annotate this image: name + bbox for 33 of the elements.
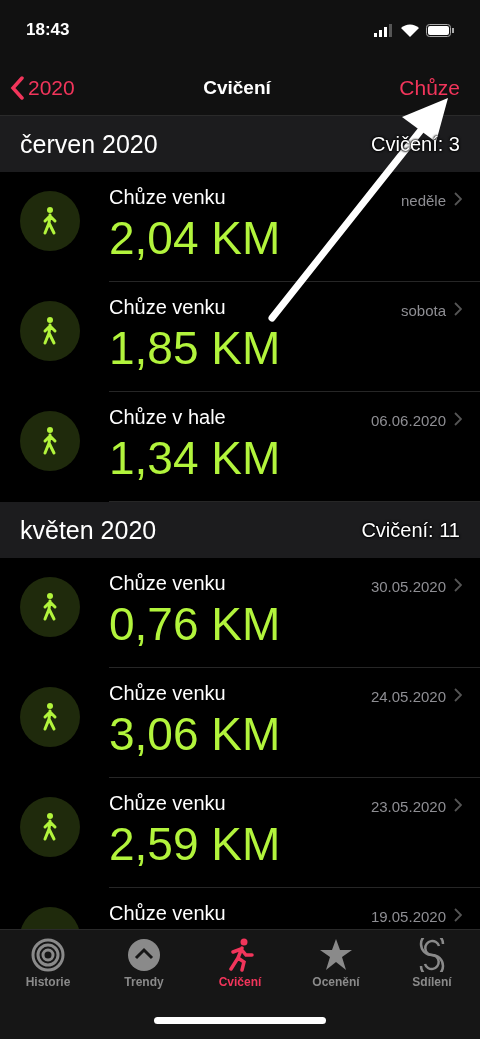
tab[interactable]: Sdílení [387,938,477,989]
workout-distance: 2,04 KM [109,211,281,265]
workout-name: Chůze venku [109,682,227,705]
workout-distance: 1,34 KM [109,431,281,485]
workout-distance: 1,85 KM [109,321,281,375]
tab[interactable]: Trendy [99,938,189,989]
status-time: 18:43 [26,20,70,40]
workout-date: 23.05.2020 [370,798,446,815]
page-title: Cvičení [203,76,271,99]
tab[interactable]: Cvičení [195,938,285,989]
workout-distance: 3,06 KM [109,707,281,761]
back-link[interactable]: 2020 [10,75,75,100]
workout-date: neděle [400,192,446,209]
back-label[interactable]: 2020 [28,75,75,100]
month-title: květen 2020 [20,515,157,545]
tab[interactable]: Ocenění [291,938,381,989]
workout-name: Chůze venku [109,186,227,209]
workout-name: Chůze venku [109,792,227,815]
workout-name: Chůze v hale [109,406,227,429]
workout-date: 06.06.2020 [370,412,446,429]
workout-distance: 2,59 KM [109,817,281,871]
workout-date: 30.05.2020 [370,578,446,595]
workout-count: Cvičení: 11 [361,518,460,542]
tab[interactable]: Historie [3,938,93,989]
workout-name: Chůze venku [109,902,226,925]
workout-name: Chůze venku [109,296,227,319]
filter-link[interactable]: Chůze [399,75,460,100]
workout-date: 24.05.2020 [370,688,446,705]
workout-date: sobota [400,302,446,319]
month-title: červen 2020 [20,129,158,159]
workout-distance: 0,76 KM [109,597,281,651]
workout-name: Chůze venku [109,572,227,595]
workout-date: 19.05.2020 [370,908,446,925]
